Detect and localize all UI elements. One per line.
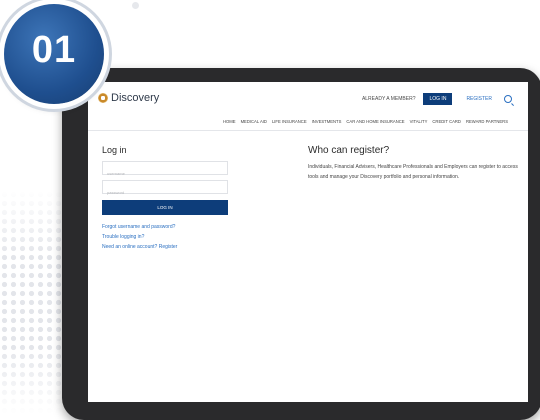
nav-item-vitality[interactable]: VITALITY — [410, 119, 428, 124]
header-divider — [88, 130, 528, 131]
step-number: 01 — [31, 29, 77, 71]
register-title: Who can register? — [308, 145, 390, 156]
login-title: Log in — [102, 145, 127, 155]
login-submit-button[interactable]: LOG IN — [102, 200, 228, 215]
username-field-wrapper — [102, 161, 228, 180]
forgot-credentials-link[interactable]: Forgot username and password? — [102, 224, 175, 230]
nav-item-home[interactable]: HOME — [223, 119, 236, 124]
password-input[interactable] — [103, 186, 227, 199]
site-header: Discovery ALREADY A MEMBER? LOG IN REGIS… — [88, 82, 528, 114]
brand-logo[interactable]: Discovery — [98, 92, 159, 104]
nav-item-credit-card[interactable]: CREDIT CARD — [432, 119, 461, 124]
step-badge: 01 — [4, 4, 104, 104]
nav-item-reward-partners[interactable]: REWARD PARTNERS — [466, 119, 508, 124]
brand-name: Discovery — [111, 92, 160, 104]
header-login-button[interactable]: LOG IN — [423, 93, 453, 105]
register-description: Individuals, Financial Advisers, Healthc… — [308, 164, 518, 180]
nav-item-life-insurance[interactable]: LIFE INSURANCE — [272, 119, 307, 124]
discovery-logo-icon — [98, 93, 108, 103]
main-nav: HOME MEDICAL AID LIFE INSURANCE INVESTME… — [218, 119, 508, 124]
nav-item-car-home-insurance[interactable]: CAR AND HOME INSURANCE — [346, 119, 404, 124]
nav-item-medical-aid[interactable]: MEDICAL AID — [241, 119, 267, 124]
password-field-wrapper — [102, 180, 228, 199]
decorative-dot-pattern — [0, 190, 70, 414]
search-icon[interactable] — [504, 95, 512, 103]
tablet-screen: Discovery ALREADY A MEMBER? LOG IN REGIS… — [88, 82, 528, 402]
nav-item-investments[interactable]: INVESTMENTS — [312, 119, 342, 124]
trouble-logging-in-link[interactable]: Trouble logging in? — [102, 234, 144, 240]
header-actions: ALREADY A MEMBER? LOG IN REGISTER — [362, 93, 512, 105]
header-register-link[interactable]: REGISTER — [466, 96, 492, 102]
already-member-label: ALREADY A MEMBER? — [361, 96, 416, 102]
username-input[interactable] — [103, 167, 227, 180]
register-account-link[interactable]: Need an online account? Register — [102, 244, 177, 250]
decorative-dot — [132, 2, 139, 9]
